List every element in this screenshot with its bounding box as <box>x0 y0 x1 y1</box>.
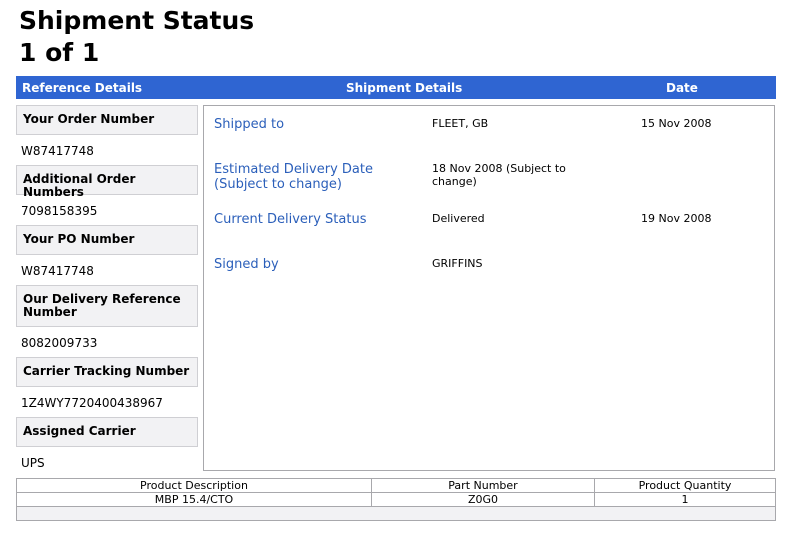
table-row: MBP 15.4/CTO Z0G0 1 <box>16 492 776 507</box>
table-footer-cell <box>16 506 776 521</box>
column-header-product-description: Product Description <box>16 478 372 493</box>
reference-value-tracking-number: 1Z4WY7720400438967 <box>21 396 163 410</box>
section-header-bar: Reference Details Shipment Details Date <box>16 76 776 99</box>
page-title-main: Shipment Status <box>19 6 255 35</box>
product-description-cell: MBP 15.4/CTO <box>16 492 372 507</box>
reference-label-po-number: Your PO Number <box>16 225 198 255</box>
reference-value-carrier: UPS <box>21 456 45 470</box>
header-reference-details: Reference Details <box>22 81 143 95</box>
reference-value-po-number: W87417748 <box>21 264 94 278</box>
reference-details-column: Your Order Number W87417748 Additional O… <box>16 105 198 477</box>
page-counter: 1 of 1 <box>19 38 100 67</box>
shipment-value: Delivered <box>432 212 485 225</box>
header-shipment-details: Shipment Details <box>346 81 463 95</box>
shipment-label: Current Delivery Status <box>214 212 367 227</box>
shipment-value: FLEET, GB <box>432 117 489 130</box>
table-footer-row <box>16 506 776 521</box>
shipment-value: 18 Nov 2008 (Subject to change) <box>432 162 566 188</box>
reference-value-additional-orders: 7098158395 <box>21 204 98 218</box>
column-header-product-quantity: Product Quantity <box>594 478 776 493</box>
products-table: Product Description Part Number Product … <box>16 478 776 521</box>
reference-label-additional-orders: Additional Order Numbers <box>16 165 198 199</box>
page-title: Shipment Status 1 of 1 <box>19 5 254 69</box>
reference-value-delivery-reference: 8082009733 <box>21 336 98 350</box>
reference-value-order-number: W87417748 <box>21 144 94 158</box>
shipment-label: Estimated Delivery Date (Subject to chan… <box>214 162 373 192</box>
product-quantity-cell: 1 <box>594 492 776 507</box>
shipment-date: 19 Nov 2008 <box>641 212 712 225</box>
shipment-date: 15 Nov 2008 <box>641 117 712 130</box>
reference-label-delivery-reference: Our Delivery Reference Number <box>16 285 198 327</box>
shipment-details-panel: Shipped to FLEET, GB 15 Nov 2008 Estimat… <box>203 105 775 471</box>
reference-label-tracking-number: Carrier Tracking Number <box>16 357 198 387</box>
column-header-part-number: Part Number <box>371 478 595 493</box>
reference-label-order-number: Your Order Number <box>16 105 198 135</box>
part-number-cell: Z0G0 <box>371 492 595 507</box>
products-header-row: Product Description Part Number Product … <box>16 478 776 493</box>
shipment-value: GRIFFINS <box>432 257 483 270</box>
header-date: Date <box>666 81 698 95</box>
reference-label-carrier: Assigned Carrier <box>16 417 198 447</box>
shipment-label: Shipped to <box>214 117 285 132</box>
shipment-label: Signed by <box>214 257 279 272</box>
